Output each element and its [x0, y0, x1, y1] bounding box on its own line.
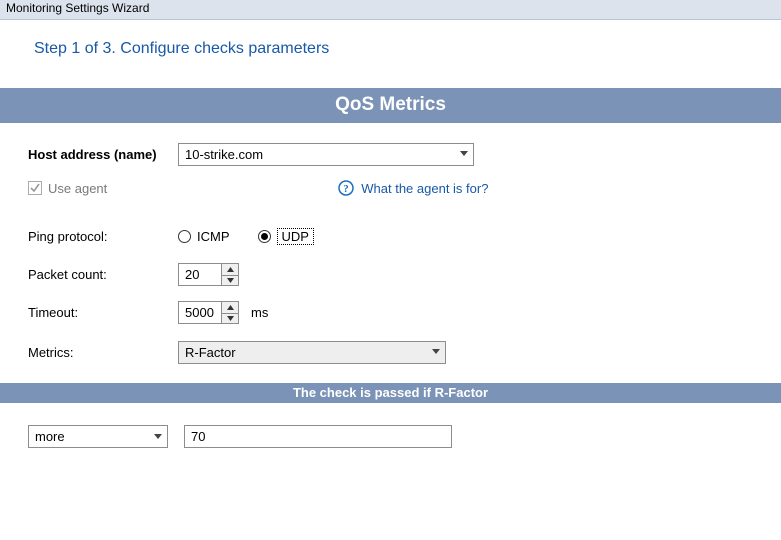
caret-down-icon	[227, 316, 234, 321]
timeout-label: Timeout:	[28, 305, 178, 320]
caret-down-icon	[227, 278, 234, 283]
radio-icon	[258, 230, 271, 243]
host-label: Host address (name)	[28, 147, 178, 162]
ping-protocol-group: ICMP UDP	[178, 228, 314, 245]
what-agent-text: What the agent is for?	[361, 181, 488, 196]
packet-count-down[interactable]	[222, 275, 238, 285]
condition-operator-dropdown-button[interactable]	[149, 426, 167, 447]
use-agent-label: Use agent	[48, 181, 107, 196]
window-title: Monitoring Settings Wizard	[6, 1, 149, 15]
condition-threshold-input[interactable]	[184, 425, 452, 448]
packet-count-row: Packet count:	[28, 261, 753, 287]
chevron-down-icon	[460, 151, 468, 157]
radio-udp-label: UDP	[277, 228, 314, 245]
host-input[interactable]	[179, 144, 455, 165]
condition-operator-combo[interactable]	[28, 425, 168, 448]
host-dropdown-button[interactable]	[455, 144, 473, 165]
radio-icmp-label: ICMP	[197, 229, 230, 244]
section-banner-qos: QoS Metrics	[0, 88, 781, 123]
chevron-down-icon	[154, 434, 162, 440]
radio-icmp[interactable]: ICMP	[178, 229, 230, 244]
timeout-unit: ms	[251, 305, 268, 320]
what-agent-link[interactable]: ? What the agent is for?	[337, 179, 488, 197]
window-titlebar: Monitoring Settings Wizard	[0, 0, 781, 20]
radio-udp[interactable]: UDP	[258, 228, 314, 245]
check-icon	[30, 183, 40, 193]
metrics-row: Metrics:	[28, 339, 753, 365]
spinner-buttons	[221, 264, 238, 285]
caret-up-icon	[227, 267, 234, 272]
metrics-label: Metrics:	[28, 345, 178, 360]
host-combo[interactable]	[178, 143, 474, 166]
metrics-dropdown-button[interactable]	[427, 342, 445, 363]
use-agent-checkbox[interactable]	[28, 181, 42, 195]
caret-up-icon	[227, 305, 234, 310]
ping-protocol-label: Ping protocol:	[28, 229, 178, 244]
banner-title: QoS Metrics	[335, 94, 446, 115]
timeout-up[interactable]	[222, 302, 238, 313]
step-title: Step 1 of 3. Configure checks parameters	[34, 40, 329, 57]
packet-count-label: Packet count:	[28, 267, 178, 282]
metrics-value[interactable]	[179, 342, 427, 363]
svg-text:?: ?	[344, 183, 350, 195]
timeout-input[interactable]	[179, 302, 221, 323]
timeout-spinner[interactable]	[178, 301, 239, 324]
condition-body	[0, 403, 781, 470]
agent-row: Use agent ? What the agent is for?	[28, 179, 753, 197]
form-body: Host address (name) Use agent ? What the…	[0, 123, 781, 383]
step-header: Step 1 of 3. Configure checks parameters	[0, 20, 781, 88]
packet-count-up[interactable]	[222, 264, 238, 275]
condition-banner: The check is passed if R-Factor	[0, 383, 781, 403]
packet-count-spinner[interactable]	[178, 263, 239, 286]
timeout-down[interactable]	[222, 313, 238, 323]
chevron-down-icon	[432, 349, 440, 355]
condition-banner-title: The check is passed if R-Factor	[293, 385, 488, 400]
host-row: Host address (name)	[28, 141, 753, 167]
ping-protocol-row: Ping protocol: ICMP UDP	[28, 223, 753, 249]
spinner-buttons	[221, 302, 238, 323]
radio-icon	[178, 230, 191, 243]
packet-count-input[interactable]	[179, 264, 221, 285]
info-icon: ?	[337, 179, 355, 197]
timeout-row: Timeout: ms	[28, 299, 753, 325]
condition-operator-value[interactable]	[29, 426, 149, 447]
metrics-combo[interactable]	[178, 341, 446, 364]
